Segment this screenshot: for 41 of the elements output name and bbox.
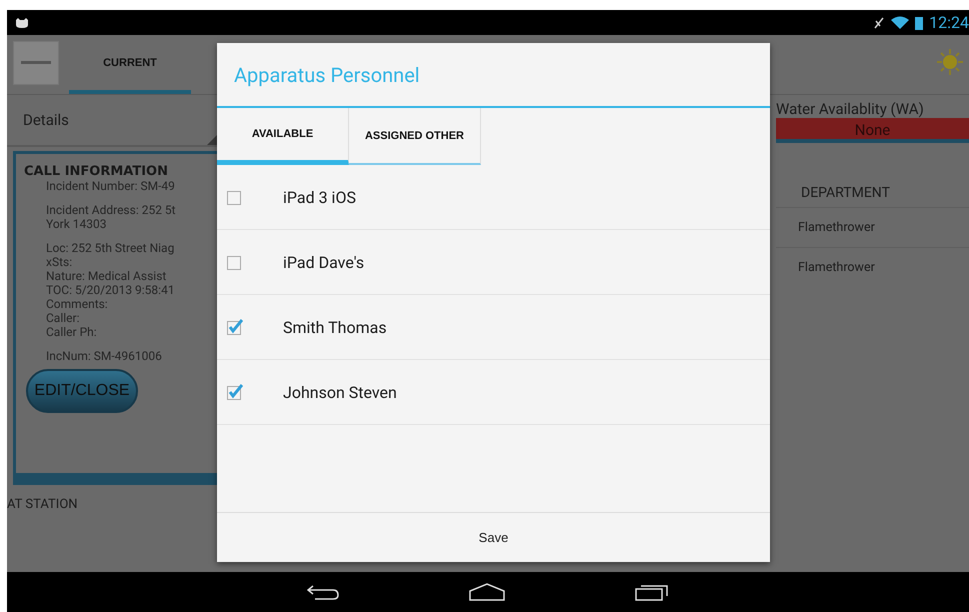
info-line: Caller Ph: [45, 325, 98, 339]
wifi-icon [891, 16, 910, 29]
info-line: Loc: 252 5th Street Niag [45, 241, 176, 255]
android-icon [15, 18, 29, 28]
info-line: Incident Address: 252 5t [45, 203, 177, 217]
mute-icon [873, 16, 886, 28]
column-header: DEPARTMENT [801, 185, 891, 203]
person-name: iPad Dave's [283, 252, 364, 272]
sun-icon [937, 49, 963, 75]
battery-icon [915, 16, 924, 30]
save-button[interactable]: Save [217, 512, 770, 562]
info-line: TOC: 5/20/2013 9:58:41 [45, 283, 176, 297]
info-line: IncNum: SM-4961006 [45, 349, 163, 363]
person-name: Johnson Steven [283, 382, 397, 402]
info-line: Nature: Medical Assist [45, 269, 168, 283]
info-line: xSts: [45, 255, 74, 269]
checkbox[interactable] [227, 384, 243, 400]
checkbox[interactable] [227, 319, 243, 335]
person-name: Smith Thomas [283, 318, 387, 336]
info-line: Caller: [45, 311, 81, 325]
status-label: AT STATION [7, 497, 79, 512]
clock-time: 12:24 [929, 13, 969, 32]
person-name: iPad 3 iOS [283, 188, 356, 206]
table-cell: Flamethrower [776, 247, 969, 287]
logo-icon [13, 41, 59, 85]
dialog-title: Apparatus Personnel [217, 43, 770, 108]
info-line: York 14303 [45, 217, 108, 231]
recent-apps-icon[interactable] [635, 583, 669, 601]
info-line: Comments: [45, 297, 109, 311]
dialog-tab[interactable]: ASSIGNED OTHER [349, 108, 481, 165]
table-cell: Flamethrower [776, 207, 969, 247]
home-icon[interactable] [469, 583, 505, 601]
back-icon[interactable] [307, 584, 339, 600]
checkbox[interactable] [227, 189, 243, 205]
water-value: None [776, 118, 969, 143]
info-line: Incident Number: SM-49 [45, 179, 176, 193]
section-heading: CALL INFORMATION [24, 164, 169, 179]
checkbox[interactable] [227, 254, 243, 270]
dialog-tab[interactable]: AVAILABLE [217, 108, 349, 165]
dropdown-corner-icon [207, 135, 217, 145]
water-label: Water Availablity (WA) [776, 100, 925, 118]
